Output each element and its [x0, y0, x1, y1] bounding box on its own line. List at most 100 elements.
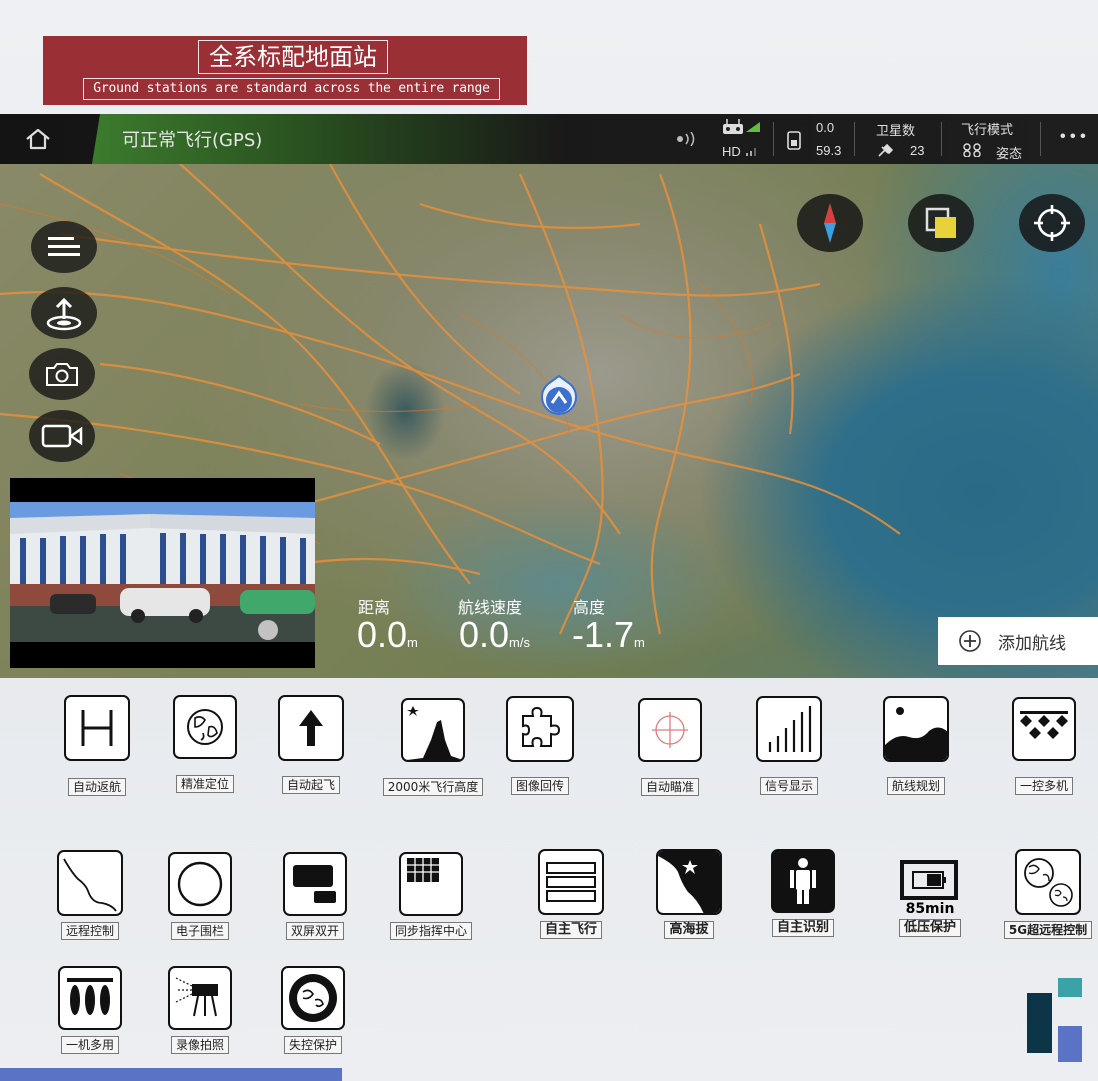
feature-label: 电子围栏	[170, 922, 229, 940]
feature-label: 自主识别	[771, 919, 834, 937]
add-circle-icon	[959, 630, 981, 652]
person-icon	[771, 849, 835, 913]
compass-button[interactable]	[797, 194, 863, 252]
battery-icon	[787, 131, 801, 150]
menu-icon	[48, 237, 80, 256]
feature-auto-aim: 自动瞄准	[630, 698, 710, 796]
battery-icon	[900, 860, 958, 900]
landscape-icon	[883, 696, 949, 762]
video-feed-image	[10, 478, 315, 668]
feature-label: 失控保护	[283, 1036, 342, 1054]
feature-video-photo: 录像拍照	[160, 966, 240, 1054]
multi-drone-icon	[1012, 697, 1076, 761]
feature-label: 5G超远程控制	[1003, 921, 1093, 939]
feature-image-transmission: 图像回传	[500, 696, 580, 795]
feature-failsafe-protection: 失控保护	[273, 966, 353, 1054]
feature-low-voltage-protection: 85min 低压保护	[890, 858, 970, 937]
battery-caption: 85min	[905, 901, 955, 917]
add-route-button[interactable]: 添加航线	[938, 617, 1098, 665]
feature-signal-display: 信号显示	[749, 696, 829, 795]
hd-signal-icon	[746, 148, 756, 156]
record-video-button[interactable]	[29, 410, 95, 462]
globe-icon	[173, 695, 237, 759]
speed-unit: m/s	[509, 635, 530, 650]
feature-flight-altitude: 2000米飞行高度	[378, 698, 488, 796]
mountain-icon	[656, 849, 722, 915]
feature-5g-remote-control: 5G超远程控制	[1000, 849, 1096, 939]
more-menu-button[interactable]: • • •	[1060, 128, 1086, 146]
feature-label: 低压保护	[898, 919, 961, 937]
camera-button[interactable]	[29, 348, 95, 400]
locate-button[interactable]	[1019, 194, 1085, 252]
signal-wave-icon	[677, 132, 695, 146]
feature-autonomous-recognition: 自主识别	[763, 849, 843, 937]
banner-title-en: Ground stations are standard across the …	[83, 78, 500, 100]
menu-button[interactable]	[31, 221, 97, 273]
feature-dual-screen: 双屏双开	[275, 852, 355, 940]
takeoff-icon	[46, 297, 82, 331]
video-camera-icon	[41, 424, 83, 448]
feature-multi-drone-control: 一控多机	[1004, 697, 1084, 795]
home-icon[interactable]	[24, 127, 52, 151]
add-route-label: 添加航线	[998, 633, 1066, 654]
layers-icon	[538, 849, 604, 915]
speed-value: 0.0	[459, 614, 510, 655]
feature-precise-positioning: 精准定位	[165, 695, 245, 793]
distance-value: 0.0	[357, 614, 408, 655]
feature-label: 一机多用	[60, 1036, 119, 1054]
status-bar: 可正常飞行(GPS) HD 0.0 59.3 卫星数 23 飞行模式 姿态 • …	[0, 114, 1098, 164]
route-curve-icon	[57, 850, 123, 916]
feature-label: 自动瞄准	[640, 778, 699, 796]
feature-label: 双屏双开	[285, 922, 344, 940]
flight-mode-value: 姿态	[996, 146, 1023, 161]
battery-top-value: 0.0	[816, 120, 835, 135]
crosshair-icon	[638, 698, 702, 762]
feature-label: 图像回传	[510, 777, 569, 795]
feature-label: 高海拔	[664, 921, 714, 939]
feature-geo-fence: 电子围栏	[160, 852, 240, 940]
layers-icon	[925, 207, 956, 238]
altitude-value: -1.7	[572, 614, 635, 655]
banner-title-cn: 全系标配地面站	[198, 40, 388, 74]
brand-logo-block	[1058, 978, 1082, 997]
remote-controller-icon	[723, 119, 743, 134]
accent-bar	[0, 1068, 342, 1081]
feature-high-altitude: 高海拔	[649, 849, 729, 939]
feature-remote-control: 远程控制	[50, 850, 130, 940]
video-feed[interactable]	[10, 478, 315, 668]
grid-screen-icon	[399, 852, 463, 916]
twin-globe-icon	[1015, 849, 1081, 915]
feature-label: 自主飞行	[539, 921, 602, 939]
header-banner: 全系标配地面站 Ground stations are standard acr…	[43, 36, 527, 105]
arrow-up-icon	[278, 695, 344, 761]
compass-icon	[824, 203, 836, 243]
h-pad-icon	[64, 695, 130, 761]
signal-bars-icon	[756, 696, 822, 762]
altitude-icon	[401, 698, 465, 762]
feature-route-planning: 航线规划	[876, 696, 956, 795]
feature-label: 信号显示	[759, 777, 818, 795]
feature-label: 航线规划	[886, 777, 945, 795]
feature-label: 精准定位	[175, 775, 234, 793]
globe-ring-icon	[281, 966, 345, 1030]
camera-icon	[46, 363, 78, 386]
circle-fence-icon	[168, 852, 232, 916]
brand-logo-block	[1058, 1026, 1082, 1062]
feature-label: 录像拍照	[170, 1036, 229, 1054]
altitude-unit: m	[634, 635, 645, 650]
satellite-count: 23	[910, 143, 925, 158]
feature-label: 同步指挥中心	[389, 922, 472, 940]
ground-station-app: 可正常飞行(GPS) HD 0.0 59.3 卫星数 23 飞行模式 姿态 • …	[0, 114, 1098, 678]
feature-auto-return: 自动返航	[57, 695, 137, 796]
projector-icon	[168, 966, 232, 1030]
brand-logo-block	[1027, 993, 1052, 1053]
flight-status: 可正常飞行(GPS)	[122, 130, 263, 151]
map-layer-button[interactable]	[908, 194, 974, 252]
takeoff-button[interactable]	[31, 287, 97, 339]
flight-mode-label: 飞行模式	[961, 122, 1014, 137]
feature-multi-purpose: 一机多用	[50, 966, 130, 1054]
rc-signal-icon	[746, 122, 760, 132]
feature-label: 2000米飞行高度	[382, 778, 484, 796]
feature-label: 自动起飞	[281, 776, 340, 794]
dual-screen-icon	[283, 852, 347, 916]
